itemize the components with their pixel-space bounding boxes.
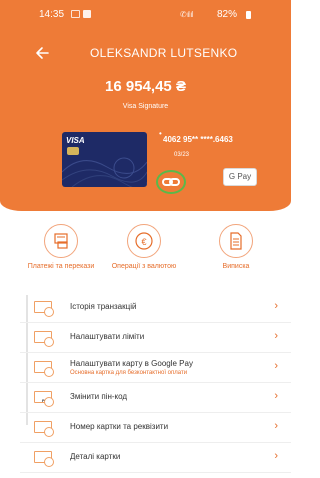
pin-text: PIN [42,398,49,403]
history-icon [34,301,54,317]
menu-item-label: Налаштувати ліміти [70,332,145,341]
card-expiry: 03/23 [174,152,190,158]
google-pay-icon [34,361,54,377]
menu-item-transactions[interactable]: Історія транзакцій › [20,293,291,323]
link-card-button[interactable] [156,170,186,194]
payments-icon [44,224,78,258]
card-menu: Історія транзакцій › Налаштувати ліміти … [20,293,291,473]
chain-link-icon [162,178,180,186]
action-label: Платежі та перекази [27,263,95,270]
card-holder-name: OLEKSANDR LUTSENKO [90,46,238,60]
menu-item-label: Деталі картки [70,452,121,461]
action-currency[interactable]: € Операції з валютою [98,224,190,271]
menu-item-card-number[interactable]: Номер картки та реквізити › [20,413,291,443]
signal-icon: ✆ ıl ıl [180,10,193,19]
menu-item-label: Номер картки та реквізити [70,422,169,431]
card-image[interactable]: VISA [62,132,147,187]
limits-icon [34,331,54,347]
battery-icon [246,11,251,19]
menu-item-limits[interactable]: Налаштувати ліміти › [20,323,291,353]
chevron-right-icon: › [274,390,278,402]
chevron-right-icon: › [274,450,278,462]
menu-item-sub: Основна картка для безконтактної оплати [70,370,188,376]
menu-item-google-pay[interactable]: Налаштувати карту в Google Pay Основна к… [20,353,291,383]
status-time: 14:35 [39,9,65,20]
action-label: Виписка [222,263,250,270]
pin-icon: PIN [34,391,54,407]
back-arrow-icon[interactable] [34,45,50,61]
action-statement[interactable]: Виписка [190,224,282,271]
chevron-right-icon: › [274,360,278,372]
battery-level: 82% [216,9,237,20]
chevron-right-icon: › [274,420,278,432]
gallery-icon [71,10,80,18]
menu-item-label: Історія транзакцій [70,302,137,311]
menu-item-label: Змінити пін-код [70,392,128,401]
card-brand: VISA [66,136,85,145]
card-number: 4062 95** ****.6463 [163,135,233,144]
card-type: Visa Signature [122,103,169,110]
action-label: Операції з валютою [111,263,177,270]
card-balance: 16 954,45 ₴ [105,78,186,95]
card-chip [67,147,79,155]
card-number-icon [34,421,54,437]
action-payments[interactable]: Платежі та перекази [15,224,107,271]
chevron-right-icon: › [274,330,278,342]
card-header: 14:35 ✆ ıl ıl 82% OLEKSANDR LUTSENKO 16 … [0,0,291,211]
image-icon [83,10,91,18]
statement-icon [219,224,253,258]
menu-item-card-details[interactable]: Деталі картки › [20,443,291,473]
card-number-dot: • [159,129,162,138]
info-icon [34,451,54,467]
menu-item-pin[interactable]: PIN Змінити пін-код › [20,383,291,413]
google-pay-button[interactable]: G Pay [223,168,257,186]
svg-text:€: € [141,237,146,247]
status-bar: 14:35 ✆ ıl ıl 82% [0,0,291,22]
chevron-right-icon: › [274,300,278,312]
menu-item-label: Налаштувати карту в Google Pay [70,359,193,368]
currency-icon: € [127,224,161,258]
